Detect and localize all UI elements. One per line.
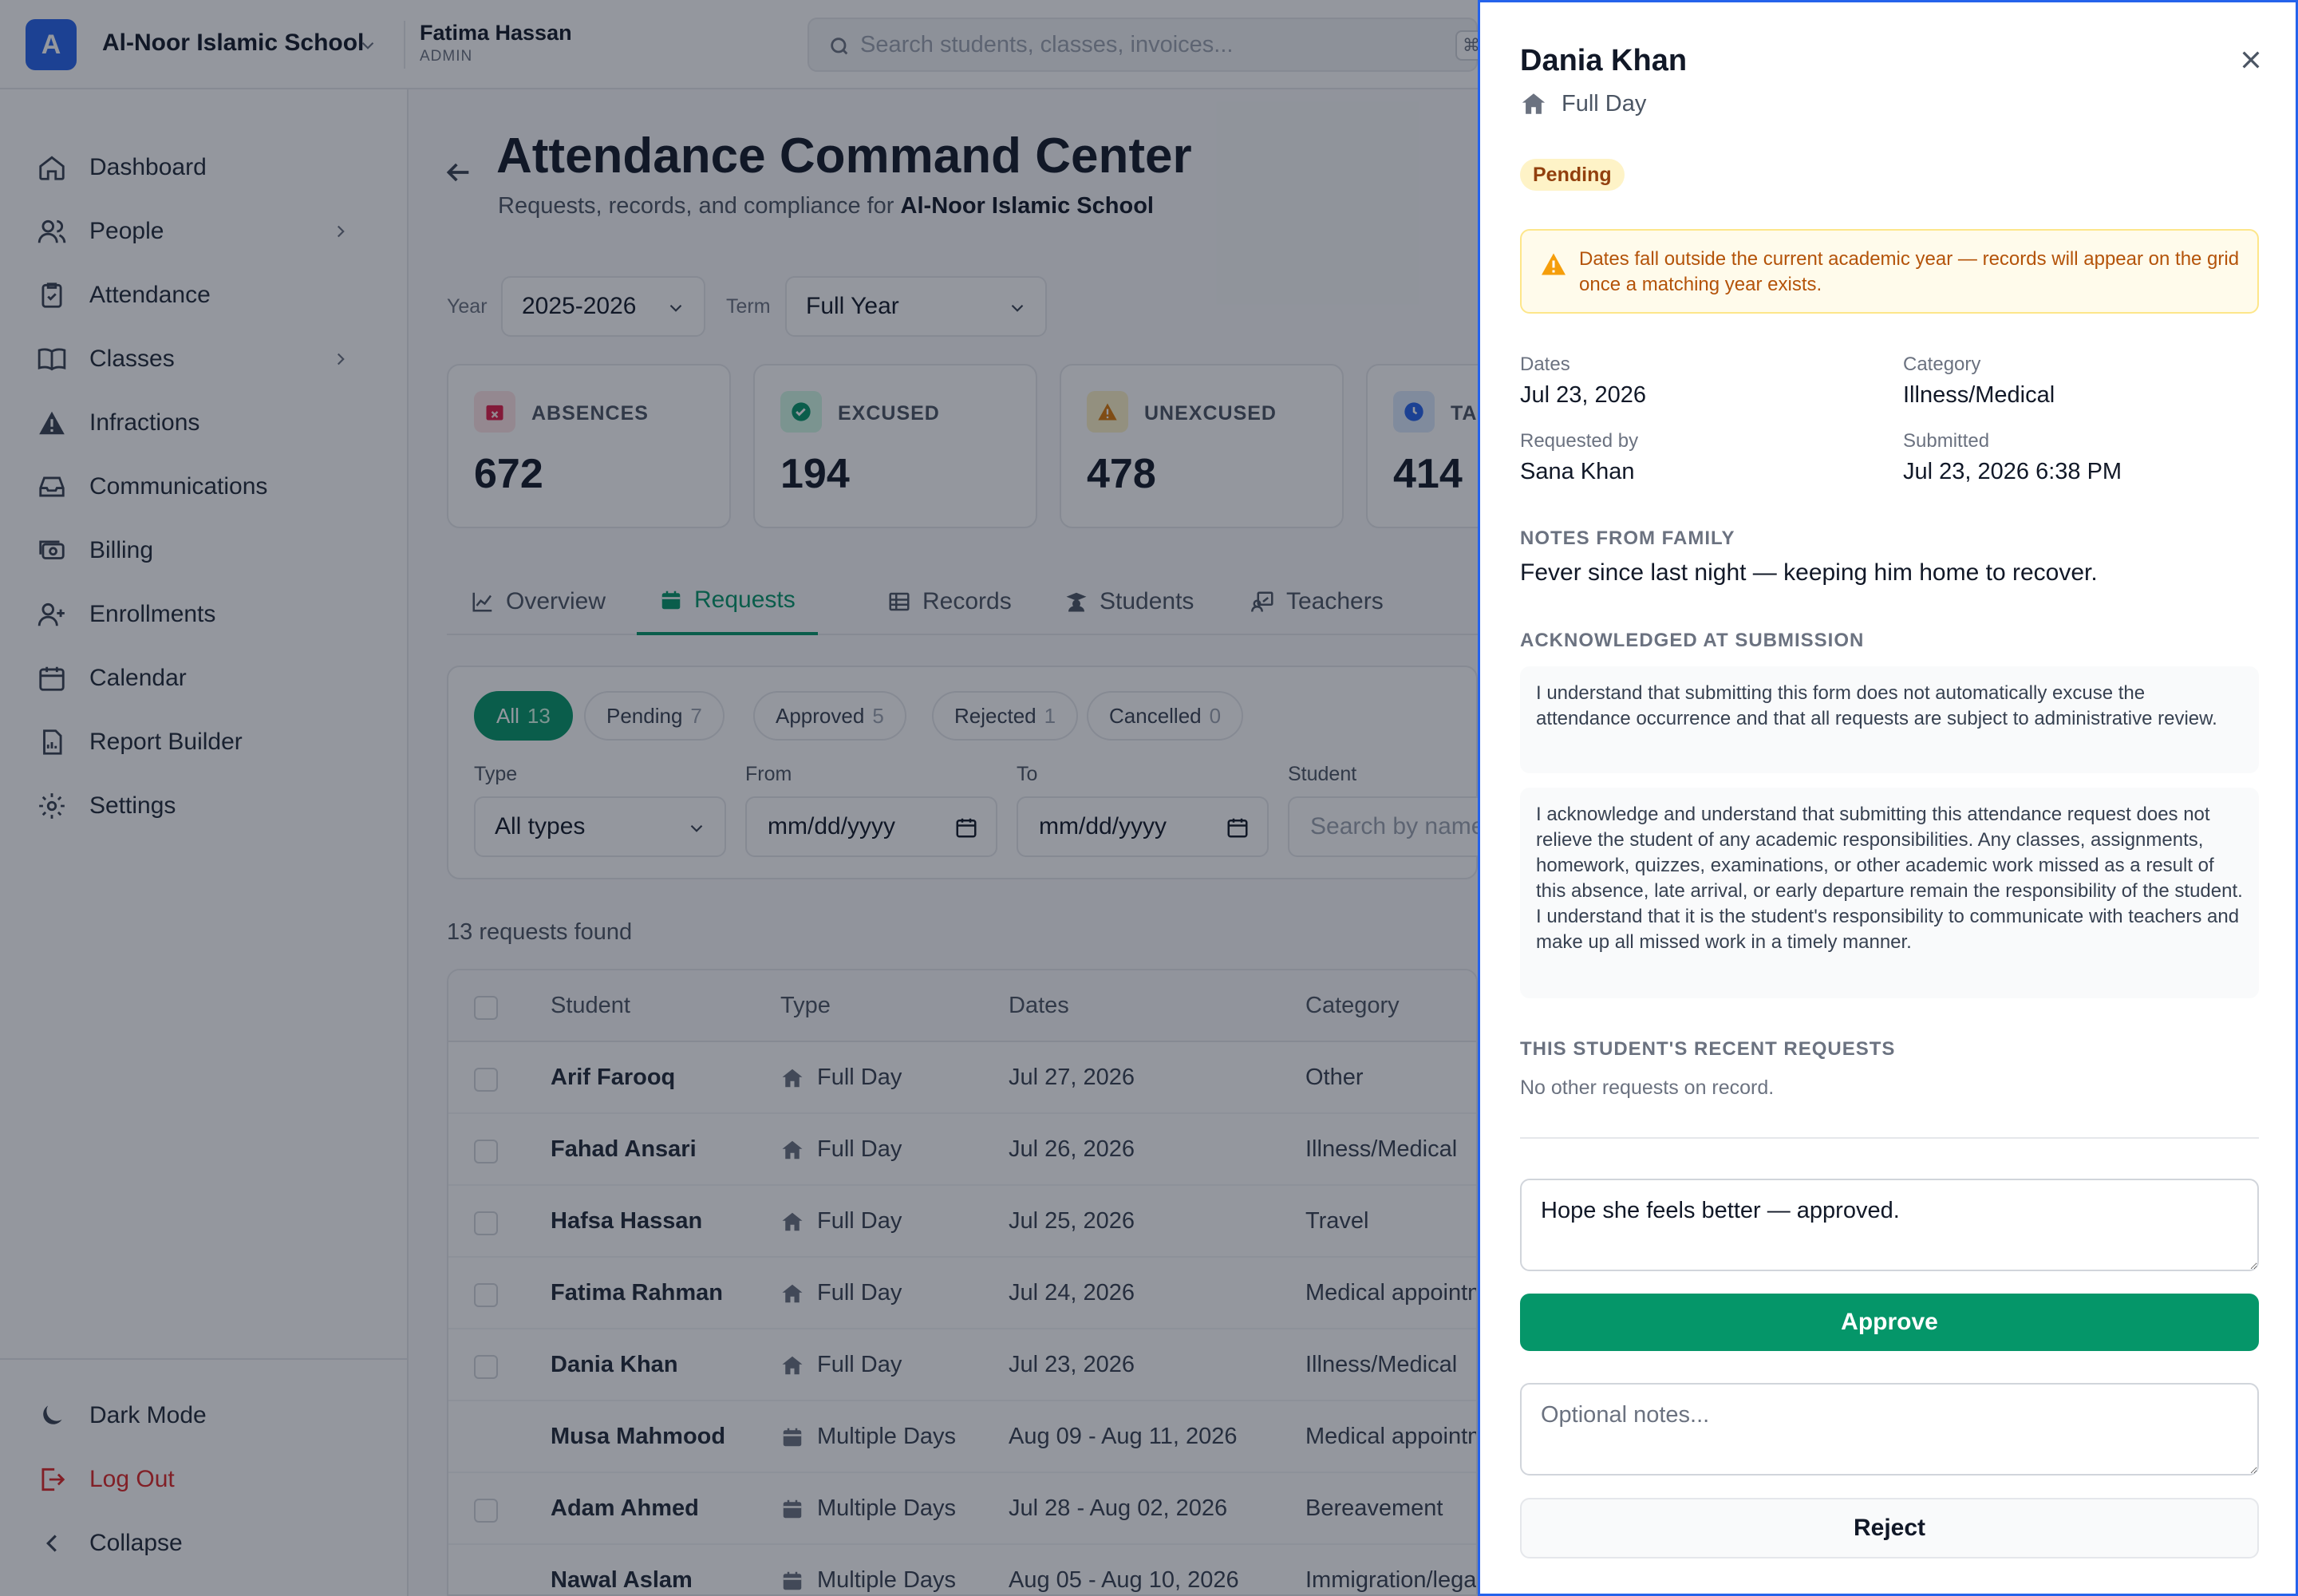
reject-button[interactable]: Reject [1520, 1498, 2259, 1558]
notes-heading: NOTES FROM FAMILY [1520, 527, 1735, 549]
recent-requests-heading: THIS STUDENT'S RECENT REQUESTS [1520, 1038, 1896, 1060]
dates-label: Dates [1520, 354, 1570, 375]
drawer-request-type: Full Day [1520, 90, 1646, 117]
reject-notes-textarea[interactable] [1520, 1383, 2259, 1476]
home-icon [1522, 93, 1546, 114]
acknowledgement-text: I understand that submitting this form d… [1520, 666, 2259, 773]
drawer-student-name: Dania Khan [1520, 44, 1688, 77]
approve-notes-textarea[interactable]: Hope she feels better — approved. [1520, 1179, 2259, 1271]
close-icon[interactable] [2238, 47, 2264, 73]
family-notes: Fever since last night — keeping him hom… [1520, 559, 2098, 586]
warning-text: Dates fall outside the current academic … [1579, 248, 2240, 295]
requested-by-label: Requested by [1520, 430, 1639, 452]
drawer-backdrop[interactable] [0, 0, 1478, 1596]
warning-icon [1542, 253, 1566, 275]
status-badge: Pending [1520, 159, 1625, 191]
category-label: Category [1903, 354, 1981, 375]
drawer-type-label: Full Day [1562, 90, 1647, 117]
dates-value: Jul 23, 2026 [1520, 382, 1647, 408]
acknowledgement-heading: ACKNOWLEDGED AT SUBMISSION [1520, 630, 1865, 651]
divider [1520, 1137, 2259, 1139]
acknowledgement-text: I acknowledge and understand that submit… [1520, 788, 2259, 998]
request-detail-drawer: Dania Khan Full Day Pending Dates fall o… [1478, 0, 2298, 1596]
academic-year-warning: Dates fall outside the current academic … [1520, 229, 2259, 314]
requested-by-value: Sana Khan [1520, 459, 1635, 484]
recent-requests-empty: No other requests on record. [1520, 1077, 1775, 1099]
submitted-label: Submitted [1903, 430, 1990, 452]
category-value: Illness/Medical [1903, 382, 2055, 408]
submitted-value: Jul 23, 2026 6:38 PM [1903, 459, 2122, 484]
approve-button[interactable]: Approve [1520, 1294, 2259, 1351]
